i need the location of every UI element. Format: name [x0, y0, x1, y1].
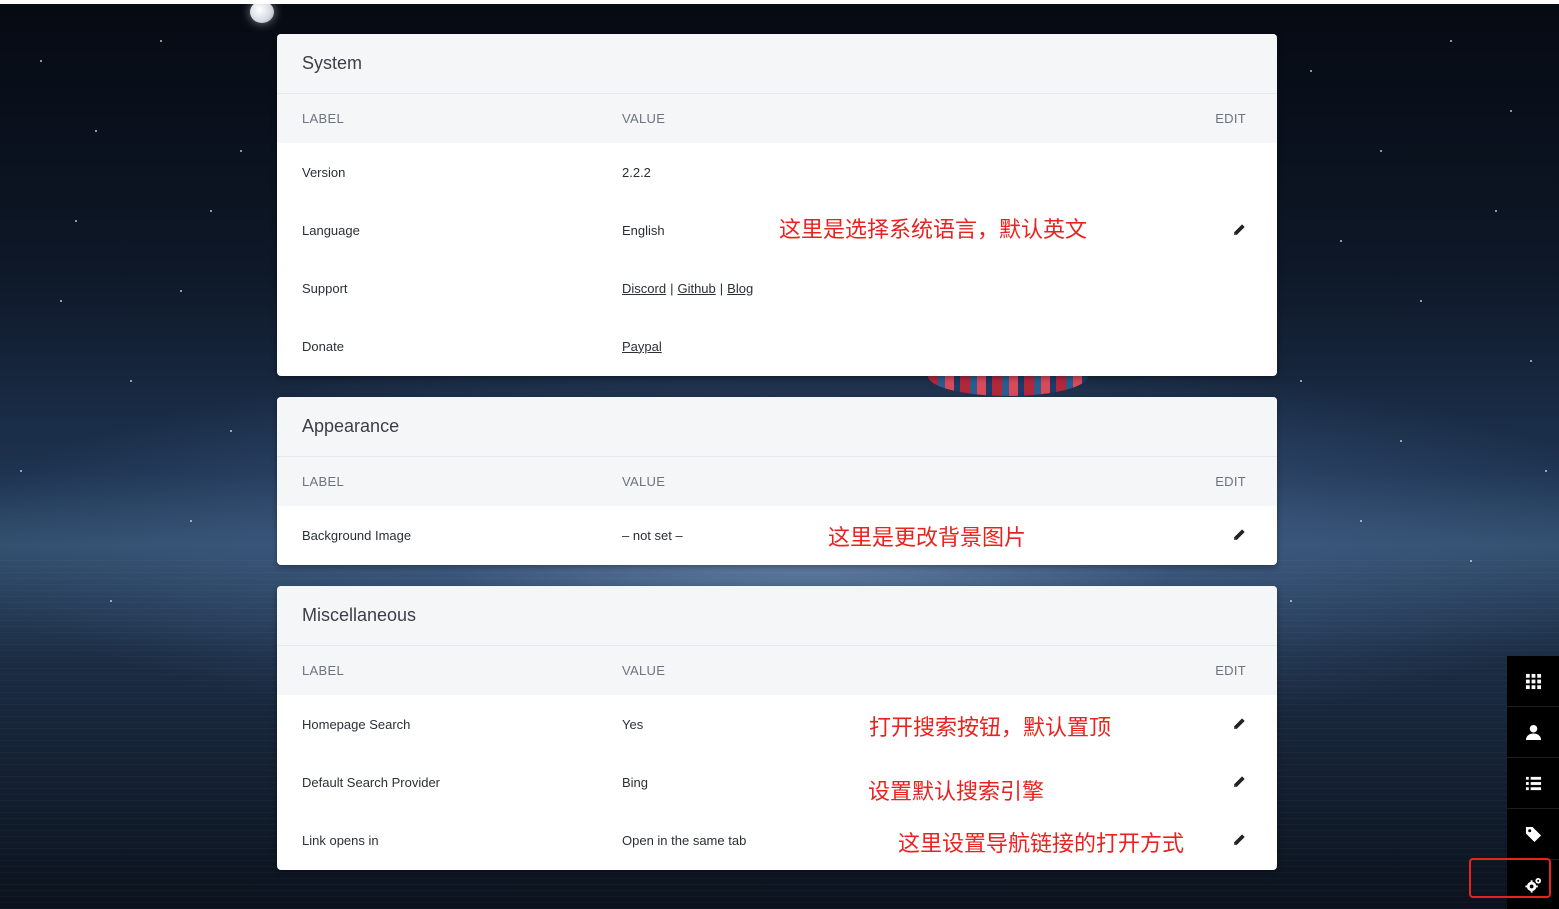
apps-button[interactable] [1507, 656, 1559, 707]
background-image-value: – not set – [622, 527, 683, 543]
list-icon [1525, 776, 1541, 790]
edit-homepage-search-button[interactable] [1232, 717, 1246, 731]
pencil-icon [1234, 224, 1245, 235]
support-row: Support Discord | Github | Blog [277, 259, 1277, 317]
edit-column-header: EDIT [1215, 111, 1246, 126]
search-provider-annotation: 设置默认搜索引擎 [868, 780, 1045, 805]
discord-link[interactable]: Discord [622, 281, 666, 296]
version-value: 2.2.2 [622, 164, 651, 180]
donate-value: Paypal [622, 339, 662, 354]
homepage-search-label: Homepage Search [302, 716, 411, 732]
search-provider-label: Default Search Provider [302, 774, 441, 790]
tag-icon [1525, 826, 1541, 842]
list-button[interactable] [1507, 758, 1559, 809]
right-toolbar [1507, 656, 1559, 909]
homepage-search-value: Yes [622, 716, 644, 732]
background-annotation: 这里是更改背景图片 [828, 526, 1027, 551]
edit-column-header: EDIT [1215, 663, 1246, 678]
github-link[interactable]: Github [677, 281, 715, 296]
support-links: Discord | Github | Blog [622, 281, 753, 296]
appearance-card-title: Appearance [277, 397, 1277, 457]
donate-row: Donate Paypal [277, 317, 1277, 375]
link-opens-label: Link opens in [302, 832, 379, 848]
gears-icon [1524, 877, 1541, 893]
label-column-header: LABEL [302, 663, 344, 678]
system-table-header: LABEL VALUE EDIT [277, 94, 1277, 143]
moon [250, 1, 274, 23]
version-row: Version 2.2.2 [277, 143, 1277, 201]
value-column-header: VALUE [622, 663, 666, 678]
language-annotation: 这里是选择系统语言，默认英文 [779, 218, 1088, 243]
label-column-header: LABEL [302, 474, 344, 489]
link-separator: | [719, 280, 724, 296]
pencil-icon [1234, 718, 1245, 729]
language-label: Language [302, 222, 360, 238]
miscellaneous-card-title: Miscellaneous [277, 586, 1277, 646]
link-opens-annotation: 这里设置导航链接的打开方式 [898, 832, 1185, 857]
link-separator: | [670, 280, 674, 296]
value-column-header: VALUE [622, 474, 666, 489]
value-column-header: VALUE [622, 111, 666, 126]
edit-column-header: EDIT [1215, 474, 1246, 489]
version-label: Version [302, 164, 346, 180]
hot-air-balloon [928, 376, 1088, 396]
edit-link-opens-button[interactable] [1232, 833, 1246, 847]
edit-search-provider-button[interactable] [1232, 775, 1246, 789]
pencil-icon [1234, 529, 1245, 540]
edit-background-button[interactable] [1232, 528, 1246, 542]
search-annotation: 打开搜索按钮，默认置顶 [869, 716, 1112, 741]
appearance-table-header: LABEL VALUE EDIT [277, 457, 1277, 506]
appearance-card: Appearance LABEL VALUE EDIT Background I… [277, 397, 1277, 565]
blog-link[interactable]: Blog [727, 281, 753, 296]
user-icon [1525, 724, 1541, 740]
language-row: Language English [277, 201, 1277, 259]
language-value: English [622, 222, 665, 238]
paypal-link[interactable]: Paypal [622, 339, 662, 354]
system-card: System LABEL VALUE EDIT Version 2.2.2 La… [277, 34, 1277, 376]
background-image-row: Background Image – not set – [277, 506, 1277, 564]
search-provider-value: Bing [622, 774, 649, 790]
search-provider-row: Default Search Provider Bing [277, 753, 1277, 811]
pencil-icon [1234, 834, 1245, 845]
homepage-search-row: Homepage Search Yes [277, 695, 1277, 753]
tag-button[interactable] [1507, 809, 1559, 860]
grid-icon [1525, 673, 1541, 689]
edit-language-button[interactable] [1232, 223, 1246, 237]
donate-label: Donate [302, 338, 344, 354]
support-label: Support [302, 280, 348, 296]
system-card-title: System [277, 34, 1277, 94]
user-button[interactable] [1507, 707, 1559, 758]
label-column-header: LABEL [302, 111, 344, 126]
miscellaneous-table-header: LABEL VALUE EDIT [277, 646, 1277, 695]
settings-button[interactable] [1507, 860, 1559, 909]
link-opens-value: Open in the same tab [622, 832, 747, 848]
top-border [0, 0, 1559, 4]
pencil-icon [1234, 776, 1245, 787]
background-image-label: Background Image [302, 527, 412, 543]
